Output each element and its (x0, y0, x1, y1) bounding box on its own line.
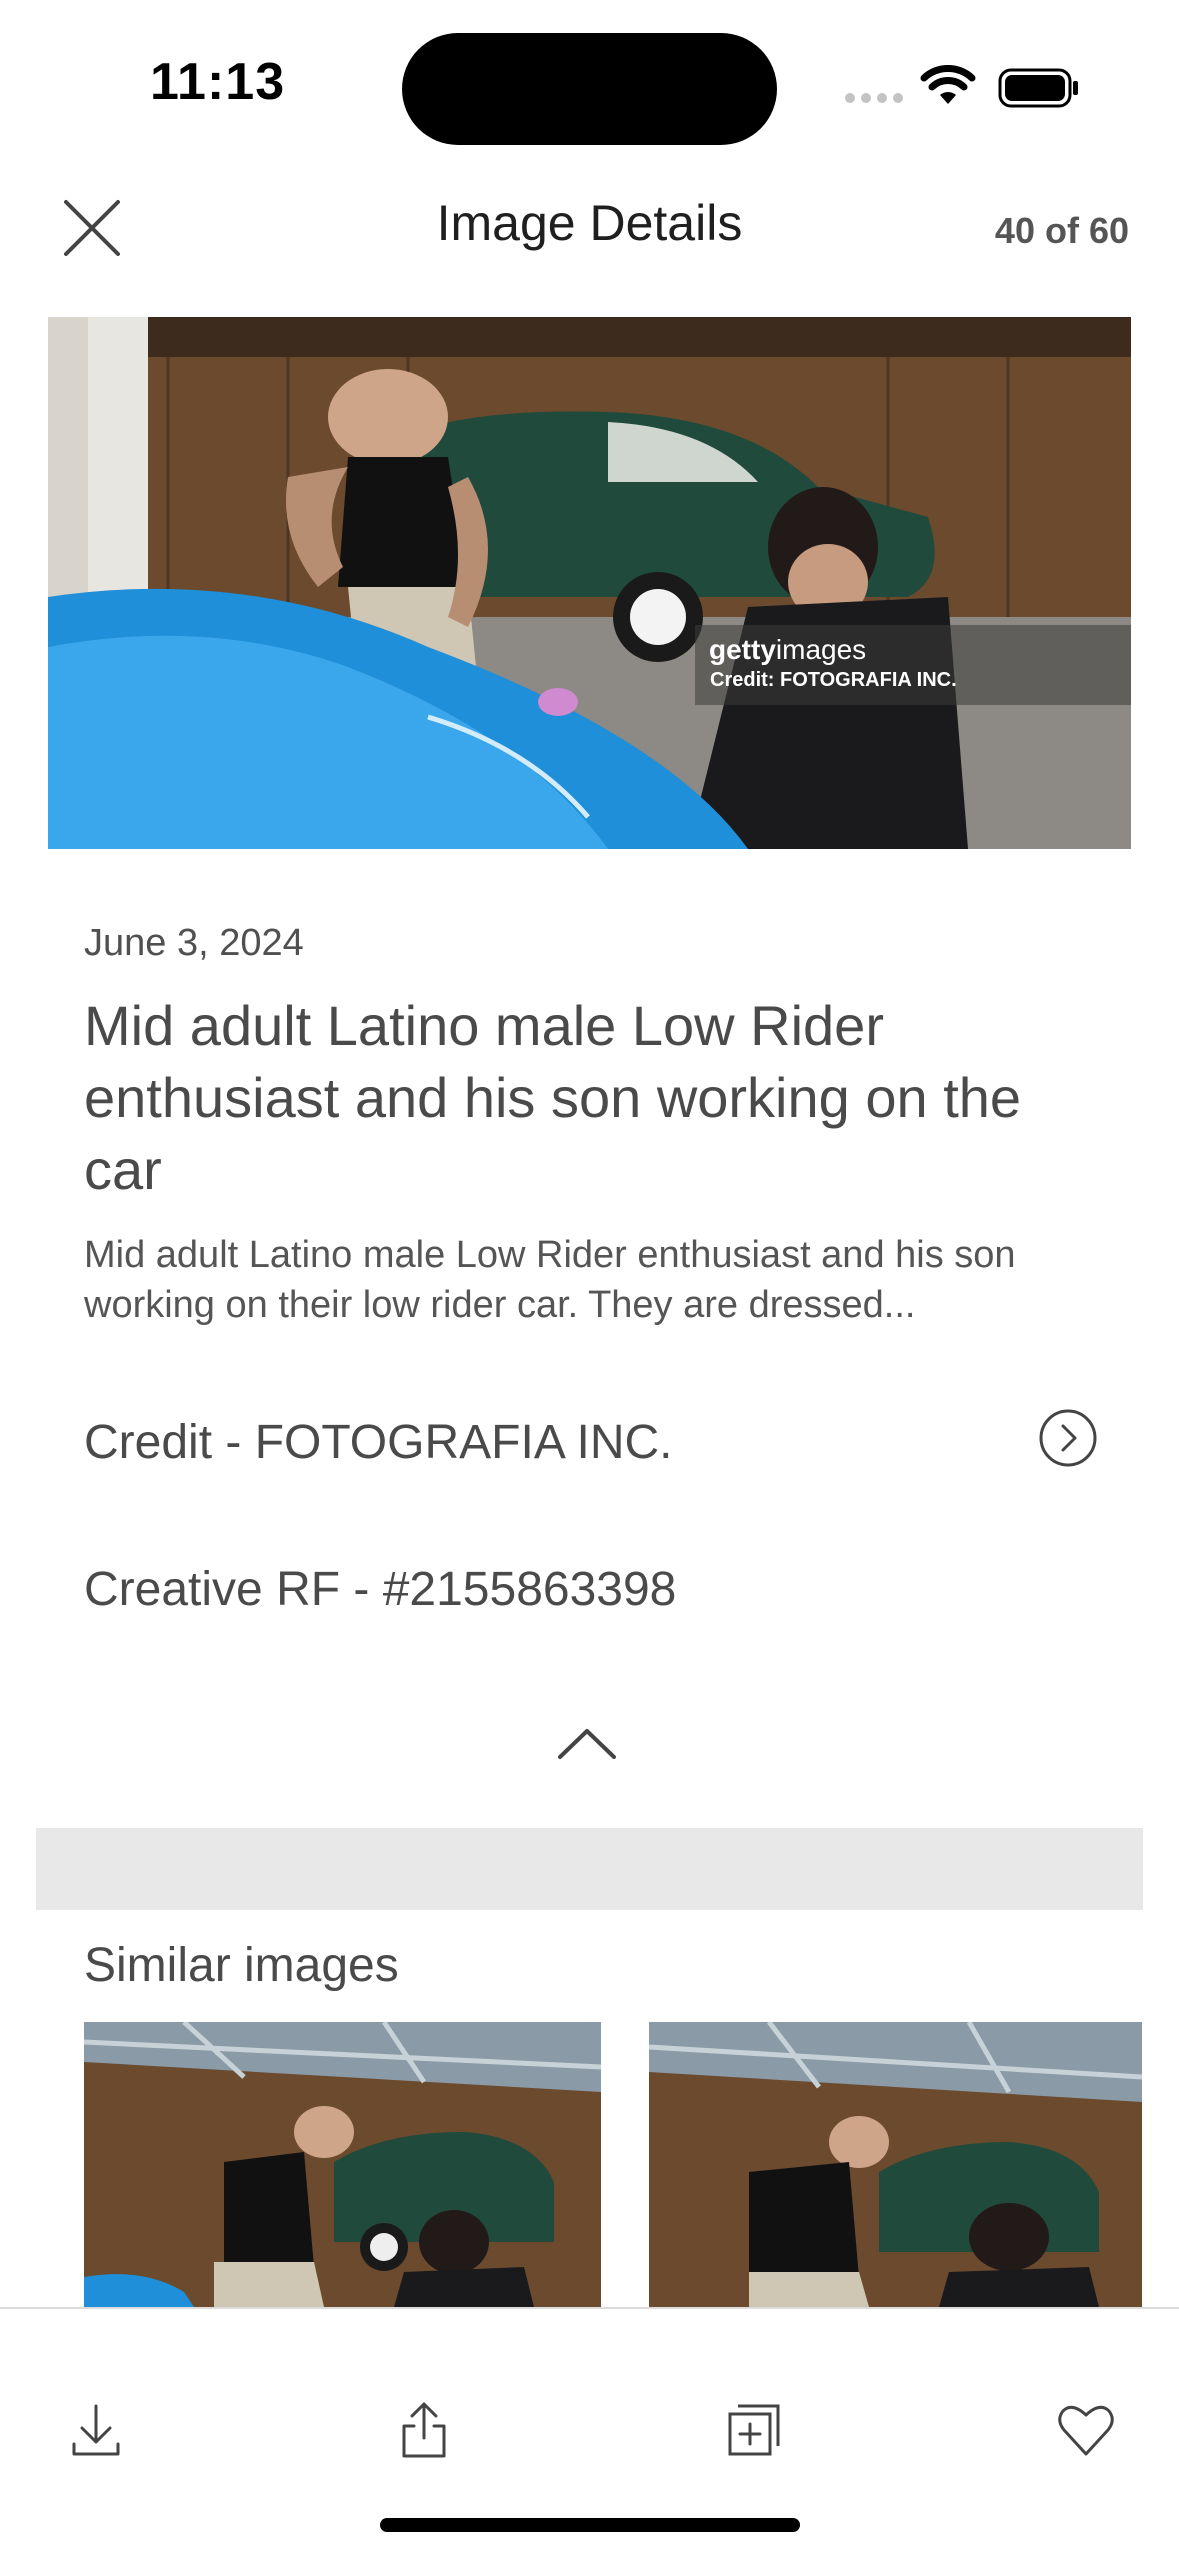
heart-icon[interactable] (1054, 2398, 1118, 2462)
dynamic-island (402, 33, 777, 145)
credit-link[interactable]: Credit - FOTOGRAFIA INC. (84, 1415, 673, 1470)
similar-image-thumbnail[interactable] (84, 2022, 601, 2307)
home-indicator[interactable] (380, 2518, 800, 2532)
add-to-board-icon[interactable] (722, 2398, 786, 2462)
wifi-icon (920, 65, 976, 104)
image-date: June 3, 2024 (84, 922, 304, 964)
watermark-credit: Credit: FOTOGRAFIA INC. (710, 669, 957, 691)
watermark-brand: gettyimages (709, 634, 867, 665)
image-caption[interactable]: Mid adult Latino male Low Rider enthusia… (84, 1230, 1124, 1330)
status-time: 11:13 (150, 53, 286, 111)
image-headline: Mid adult Latino male Low Rider enthusia… (84, 994, 1022, 1201)
chevron-up-icon[interactable] (556, 1725, 618, 1761)
similar-images-heading: Similar images (84, 1939, 399, 1992)
license-id: Creative RF - #2155863398 (84, 1563, 677, 1616)
battery-icon (998, 68, 1078, 108)
cellular-signal-icon (845, 93, 905, 107)
share-icon[interactable] (392, 2398, 456, 2462)
download-icon[interactable] (64, 2398, 128, 2462)
section-divider (36, 1828, 1143, 1910)
main-photo[interactable] (48, 317, 1131, 849)
chevron-right-circle-icon[interactable] (1038, 1408, 1098, 1468)
similar-image-thumbnail[interactable] (649, 2022, 1142, 2307)
image-counter: 40 of 60 (994, 210, 1129, 251)
